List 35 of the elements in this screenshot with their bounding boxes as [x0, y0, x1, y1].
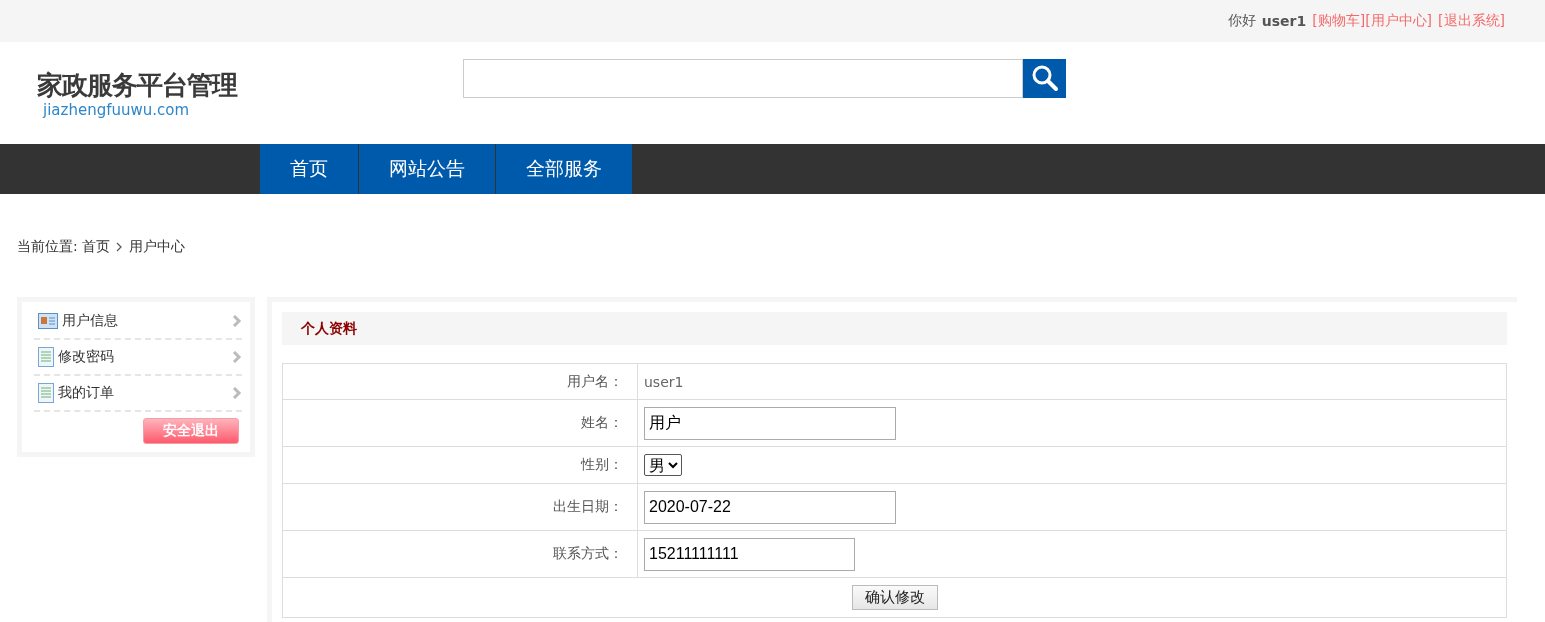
- username-text: user1: [1261, 13, 1307, 29]
- text-field[interactable]: 15211111111: [644, 537, 855, 571]
- breadcrumb-link[interactable]: 用户中心: [128, 238, 185, 256]
- greeting-text: 你好: [1227, 12, 1256, 30]
- nav-tab[interactable]: 首页: [260, 144, 359, 194]
- text-field[interactable]: 2020-07-22: [644, 490, 896, 524]
- chevron-icon: [232, 351, 242, 363]
- chevron-icon: [232, 387, 242, 399]
- gender-select[interactable]: 男: [644, 454, 682, 476]
- confirm-button[interactable]: 确认修改: [851, 585, 938, 610]
- search-icon: [1030, 64, 1059, 92]
- document-icon: [38, 347, 54, 367]
- sidebar-item[interactable]: 用户信息: [34, 304, 242, 340]
- id-card-icon: [38, 313, 58, 329]
- nav-tab[interactable]: 全部服务: [496, 144, 633, 194]
- logo-domain: jiazhengfuuwu.com: [43, 100, 191, 119]
- field-value: user1: [637, 363, 1507, 400]
- section-header: 个人资料: [282, 312, 1507, 345]
- field-label: 性别：: [282, 446, 638, 484]
- logo-title: 家政服务平台管理: [37, 68, 239, 102]
- text-field[interactable]: 用户: [644, 406, 896, 440]
- sidebar-item[interactable]: 修改密码: [34, 340, 242, 376]
- breadcrumb-link[interactable]: 首页: [81, 238, 110, 256]
- field-label: 出生日期：: [282, 483, 638, 531]
- search-field[interactable]: [463, 58, 1023, 98]
- search-button[interactable]: [1023, 58, 1066, 98]
- field-label: 联系方式：: [282, 530, 638, 578]
- sidebar-item[interactable]: 我的订单: [34, 376, 242, 412]
- breadcrumb-label: 当前位置:: [17, 238, 78, 256]
- field-label: 姓名：: [282, 399, 638, 447]
- chevron-icon: [232, 315, 242, 327]
- nav-tab[interactable]: 网站公告: [359, 144, 496, 194]
- document-icon: [38, 383, 54, 403]
- field-label: 用户名：: [282, 363, 638, 400]
- chevron-icon: [115, 242, 123, 252]
